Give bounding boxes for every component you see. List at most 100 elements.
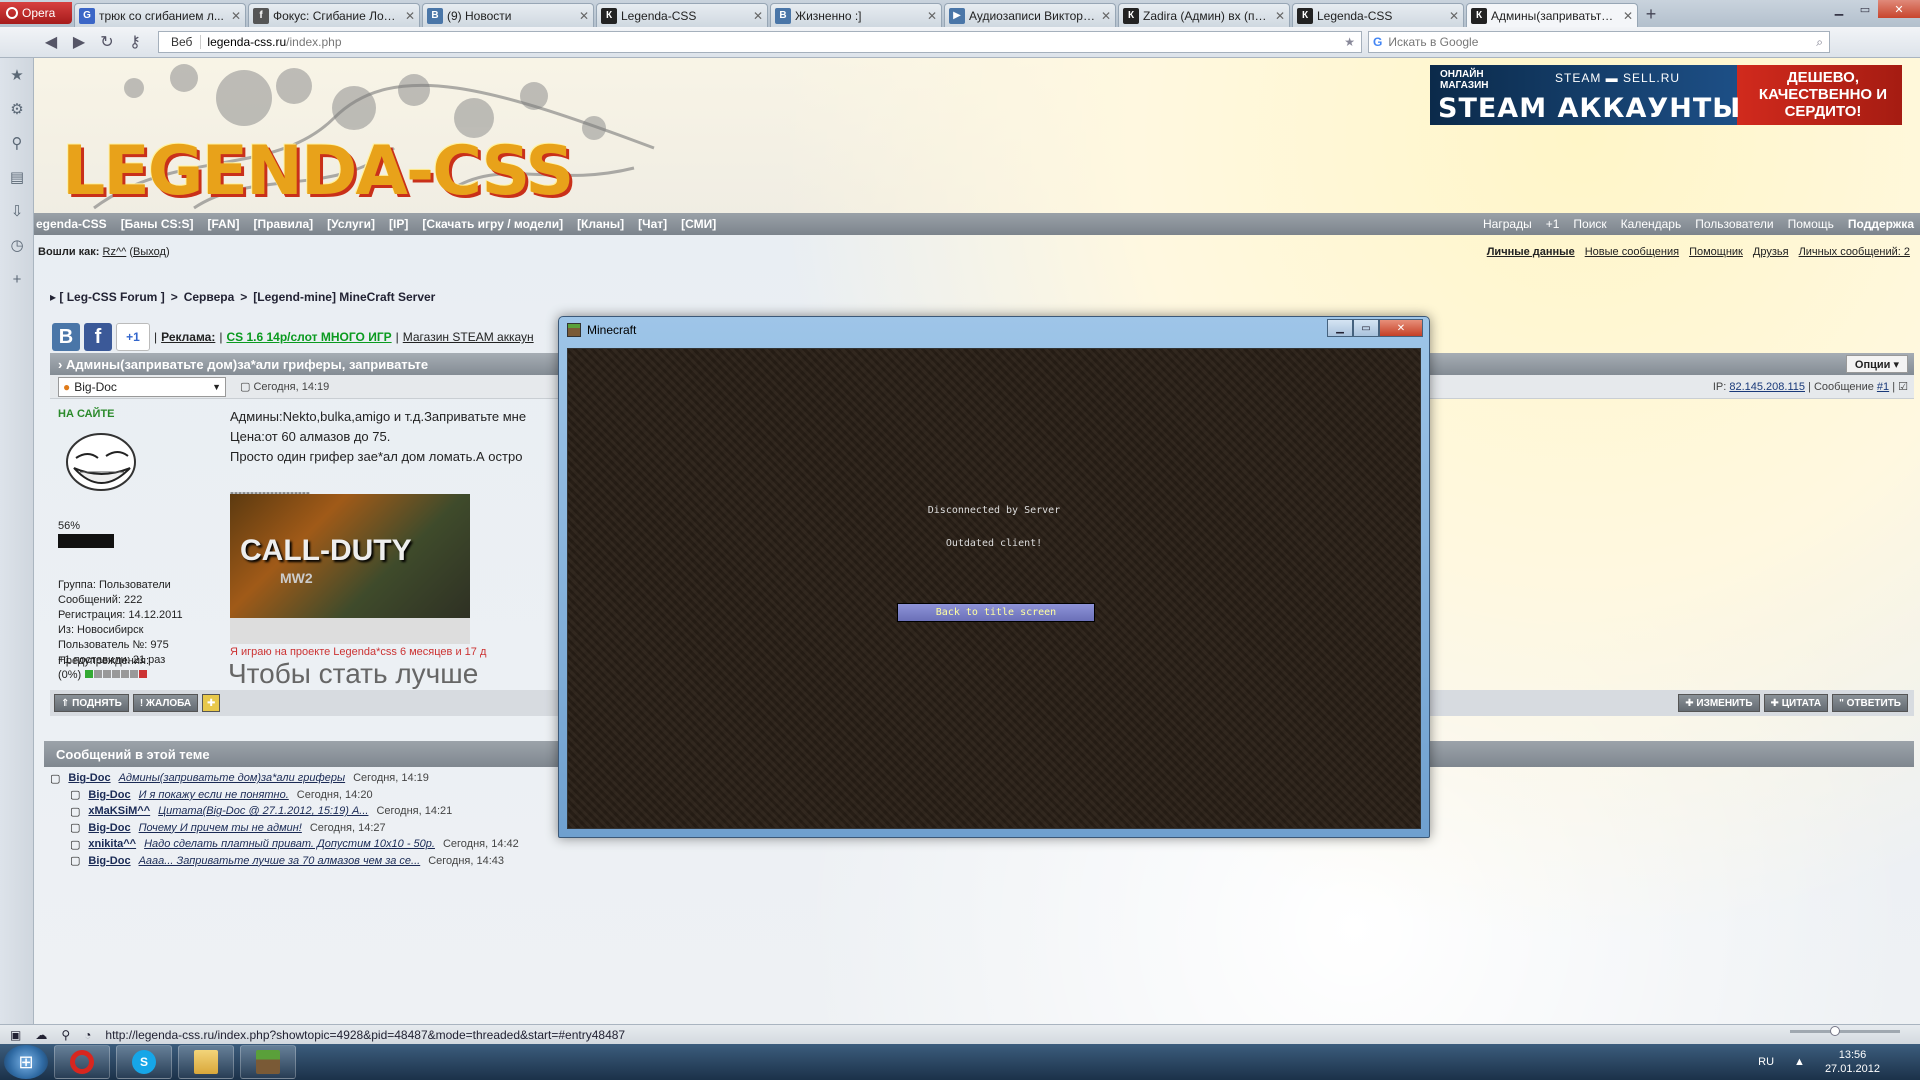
- post-action-button[interactable]: ! ЖАЛОБА: [132, 694, 199, 712]
- thread-user-link[interactable]: Big-Doc: [88, 855, 130, 867]
- tab-close-icon[interactable]: ✕: [579, 9, 589, 23]
- back-to-title-button[interactable]: Back to title screen: [897, 603, 1095, 622]
- browser-tab[interactable]: К Админы(заприватьте ... ✕: [1466, 3, 1638, 27]
- avatar[interactable]: [58, 428, 144, 500]
- tab-close-icon[interactable]: ✕: [753, 9, 763, 23]
- speed-dial-icon[interactable]: ◔: [84, 1028, 91, 1042]
- plus-one-button[interactable]: +1: [116, 323, 150, 351]
- thread-row[interactable]: ▢ Big-Doc Почему И причем ты не админ! Сего…: [50, 820, 519, 837]
- opera-menu-button[interactable]: Opera: [0, 2, 72, 24]
- breadcrumb-link[interactable]: [Legend-mine] MineCraft Server: [253, 290, 435, 304]
- thread-row[interactable]: ▢ Big-Doc И я покажу если не понятно. Сегод…: [50, 787, 519, 804]
- thread-message-link[interactable]: Надо сделать платный приват. Допустим 10…: [144, 838, 435, 850]
- unite-icon[interactable]: ⚲: [0, 126, 34, 160]
- browser-tab[interactable]: К Legenda-CSS ✕: [596, 3, 768, 27]
- history-icon[interactable]: ◷: [0, 228, 34, 262]
- clock[interactable]: 13:56 27.01.2012: [1825, 1048, 1880, 1076]
- nav-link[interactable]: [Баны CS:S]: [121, 217, 194, 231]
- logout-link[interactable]: Выход: [133, 246, 166, 258]
- tab-close-icon[interactable]: ✕: [927, 9, 937, 23]
- nav-link[interactable]: [FAN]: [207, 217, 239, 231]
- browser-tab[interactable]: В Жизненно :] ✕: [770, 3, 942, 27]
- tab-close-icon[interactable]: ✕: [1449, 9, 1459, 23]
- ad-link-steam-shop[interactable]: Магазин STEAM аккаун: [403, 330, 534, 344]
- user-link[interactable]: Друзья: [1753, 246, 1789, 258]
- message-number-link[interactable]: #1: [1877, 381, 1889, 393]
- minimize-icon[interactable]: ▁: [1327, 319, 1353, 337]
- tab-close-icon[interactable]: ✕: [1101, 9, 1111, 23]
- tab-close-icon[interactable]: ✕: [1623, 9, 1633, 23]
- user-link[interactable]: Личных сообщений: 2: [1799, 246, 1910, 258]
- unite-status-icon[interactable]: ⚲: [61, 1028, 70, 1042]
- key-icon[interactable]: ⚷: [124, 31, 146, 53]
- nav-right-link[interactable]: Поиск: [1573, 217, 1606, 231]
- reload-button[interactable]: ↻: [96, 31, 118, 53]
- thread-message-link[interactable]: Цитата(Big-Doc @ 27.1.2012, 15:19) А...: [158, 805, 368, 817]
- search-field[interactable]: G Искать в Google ⌕: [1368, 31, 1830, 53]
- add-icon[interactable]: ✚: [202, 694, 221, 712]
- select-checkbox[interactable]: | ☑: [1892, 381, 1908, 393]
- nav-right-link[interactable]: Награды: [1483, 217, 1532, 231]
- nav-link[interactable]: [СМИ]: [681, 217, 716, 231]
- post-action-button[interactable]: ⇑ ПОДНЯТЬ: [54, 694, 129, 712]
- thread-user-link[interactable]: Big-Doc: [88, 789, 130, 801]
- taskbar-skype[interactable]: S: [116, 1045, 172, 1079]
- ip-link[interactable]: 82.145.208.115: [1729, 381, 1805, 393]
- minecraft-titlebar[interactable]: Minecraft: [559, 317, 1429, 343]
- forward-button[interactable]: ▶: [68, 31, 90, 53]
- options-button[interactable]: Опции ▾: [1845, 355, 1908, 373]
- close-icon[interactable]: ✕: [1878, 0, 1920, 18]
- user-link[interactable]: Личные данные: [1487, 246, 1575, 258]
- nav-right-link[interactable]: Пользователи: [1695, 217, 1773, 231]
- warn-decrease-icon[interactable]: [85, 670, 94, 678]
- thread-row[interactable]: ▢ Big-Doc Аааа... Заприватьте лучше за 70 …: [50, 853, 519, 870]
- panel-toggle-icon[interactable]: ▣: [10, 1028, 21, 1042]
- widgets-icon[interactable]: ⚙: [0, 92, 34, 126]
- browser-tab[interactable]: f Фокус: Сгибание Лож... ✕: [248, 3, 420, 27]
- author-dropdown[interactable]: ● Big-Doc ▼: [58, 376, 226, 397]
- nav-link[interactable]: [Правила]: [253, 217, 313, 231]
- minimize-icon[interactable]: ▁: [1826, 0, 1852, 18]
- browser-tab[interactable]: К Legenda-CSS ✕: [1292, 3, 1464, 27]
- site-logo[interactable]: LEGENDA-CSS: [62, 132, 574, 211]
- start-button[interactable]: ⊞: [4, 1045, 48, 1079]
- maximize-icon[interactable]: ▭: [1353, 319, 1379, 337]
- back-button[interactable]: ◀: [40, 31, 62, 53]
- breadcrumb-link[interactable]: ▸ [ Leg-CSS Forum ]: [50, 290, 165, 304]
- zoom-knob[interactable]: [1830, 1026, 1840, 1036]
- thread-user-link[interactable]: Big-Doc: [88, 822, 130, 834]
- thread-message-link[interactable]: Админы(заприватьте дом)за*али гриферы: [119, 772, 346, 784]
- logged-in-user-link[interactable]: Rz^^: [103, 246, 127, 258]
- nav-right-link[interactable]: Поддержка: [1848, 217, 1914, 231]
- user-link[interactable]: Новые сообщения: [1585, 246, 1679, 258]
- thread-message-link[interactable]: Аааа... Заприватьте лучше за 70 алмазов …: [139, 855, 421, 867]
- nav-right-link[interactable]: +1: [1546, 217, 1560, 231]
- thread-message-link[interactable]: Почему И причем ты не админ!: [139, 822, 302, 834]
- vk-share-icon[interactable]: B: [52, 323, 80, 351]
- nav-link[interactable]: [Чат]: [638, 217, 667, 231]
- taskbar-opera[interactable]: [54, 1045, 110, 1079]
- nav-link[interactable]: egenda-CSS: [36, 217, 107, 231]
- add-panel-icon[interactable]: +: [0, 262, 34, 296]
- post-action-button[interactable]: ✚ ЦИТАТА: [1763, 694, 1829, 712]
- post-action-button[interactable]: ✚ ИЗМЕНИТЬ: [1678, 694, 1760, 712]
- thread-user-link[interactable]: Big-Doc: [68, 772, 110, 784]
- bookmarks-icon[interactable]: ★: [0, 58, 34, 92]
- ad-link-cs16[interactable]: CS 1.6 14р/слот МНОГО ИГР: [226, 330, 391, 344]
- address-field[interactable]: Веб legenda-css.ru /index.php ★: [158, 31, 1362, 53]
- tab-close-icon[interactable]: ✕: [405, 9, 415, 23]
- thread-message-link[interactable]: И я покажу если не понятно.: [139, 789, 289, 801]
- nav-link[interactable]: [IP]: [389, 217, 408, 231]
- search-icon[interactable]: ⌕: [1816, 35, 1823, 50]
- facebook-share-icon[interactable]: f: [84, 323, 112, 351]
- zoom-slider[interactable]: [1790, 1026, 1900, 1036]
- new-tab-button[interactable]: +: [1640, 3, 1662, 25]
- turbo-icon[interactable]: ☁: [35, 1028, 47, 1042]
- browser-tab[interactable]: К Zadira (Админ) вх (пус... ✕: [1118, 3, 1290, 27]
- nav-link[interactable]: [Кланы]: [577, 217, 624, 231]
- notes-icon[interactable]: ▤: [0, 160, 34, 194]
- taskbar-explorer[interactable]: [178, 1045, 234, 1079]
- browser-tab[interactable]: ▶ Аудиозаписи Виктора ... ✕: [944, 3, 1116, 27]
- steam-ad-banner[interactable]: ОНЛАЙН МАГАЗИН STEAM ▬ SELL.RU STEAM АКК…: [1430, 65, 1902, 125]
- taskbar-minecraft[interactable]: [240, 1045, 296, 1079]
